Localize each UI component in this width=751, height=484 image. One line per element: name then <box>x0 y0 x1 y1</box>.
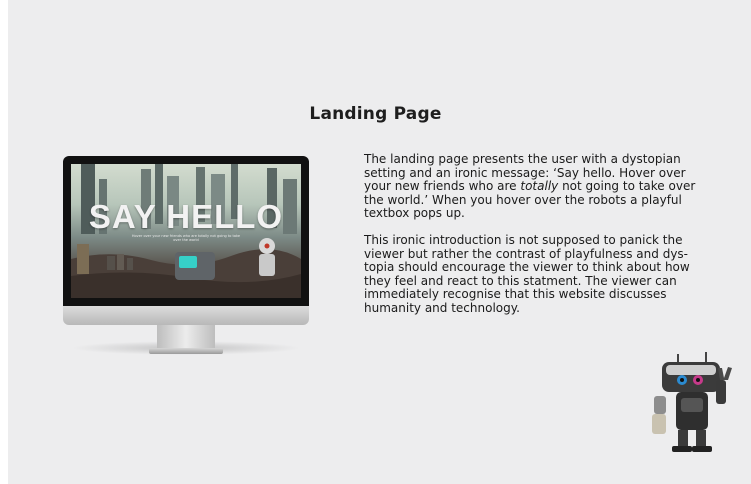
monitor-stand-foot <box>149 348 223 354</box>
paragraph-1-emphasis: totally <box>520 179 559 194</box>
monitor-bezel: SAY HELLO Hover over your new friends wh… <box>63 156 309 306</box>
monitor-stand-neck <box>157 325 215 349</box>
left-edge-strip <box>0 0 8 484</box>
screen-caption: Hover over your new friends who are tota… <box>131 234 241 242</box>
monitor-chin <box>63 306 309 325</box>
screen-heading: SAY HELLO <box>88 198 284 235</box>
page-title: Landing Page <box>309 104 442 124</box>
robot-illustration <box>652 352 732 452</box>
description-paragraph-2: This ironic introduction is not supposed… <box>364 232 690 315</box>
description-paragraph-1: The landing page presents the user with … <box>364 152 702 221</box>
monitor-mockup: SAY HELLO Hover over your new friends wh… <box>63 156 309 376</box>
description-text: The landing page presents the user with … <box>364 152 702 329</box>
monitor-screen: SAY HELLO Hover over your new friends wh… <box>71 164 301 298</box>
